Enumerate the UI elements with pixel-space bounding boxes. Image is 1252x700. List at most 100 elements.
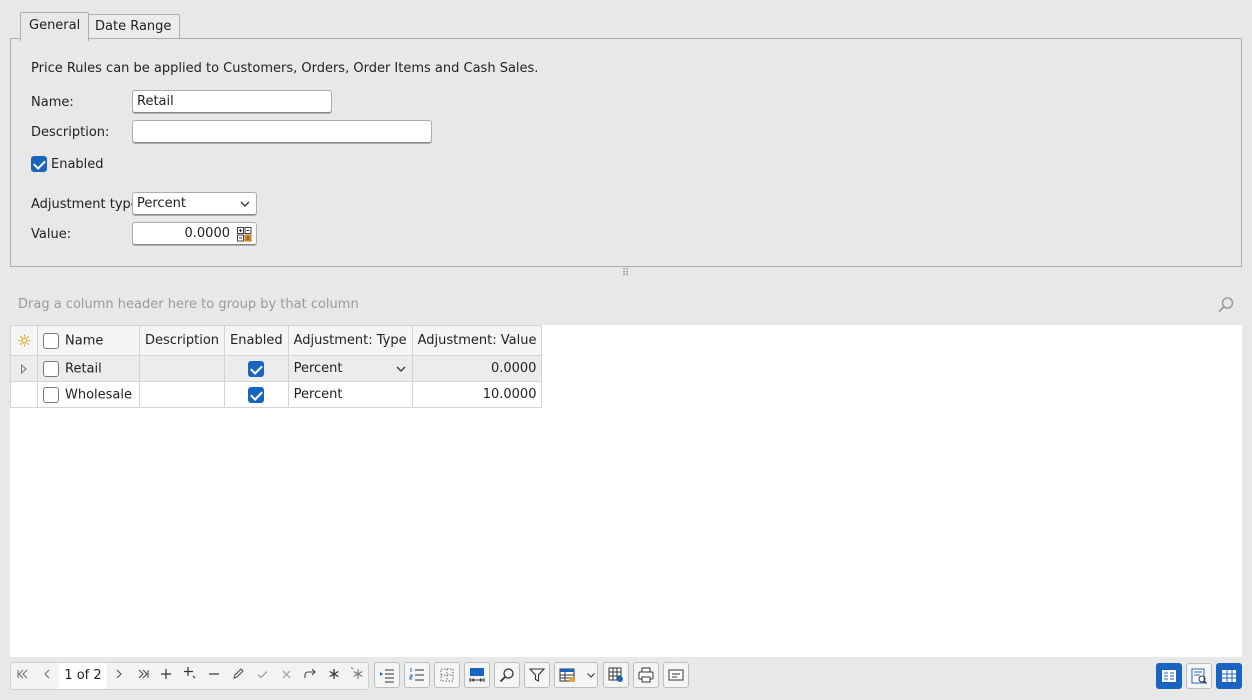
- adjustment-type-select[interactable]: Percent: [132, 192, 257, 216]
- cell-name-text: Retail: [65, 361, 102, 376]
- chevron-right-icon: [116, 669, 122, 679]
- general-panel: Price Rules can be applied to Customers,…: [10, 38, 1242, 267]
- print-button[interactable]: [633, 662, 659, 688]
- column-header-adjustment-type[interactable]: Adjustment: Type: [287, 325, 413, 356]
- name-input[interactable]: Retail: [132, 90, 332, 114]
- cell-description[interactable]: [138, 355, 226, 382]
- enabled-cell-checkbox[interactable]: [248, 386, 265, 403]
- tab-general[interactable]: General: [20, 12, 90, 41]
- adjustment-type-value: Percent: [137, 196, 186, 211]
- chevron-down-icon: [240, 201, 250, 207]
- row-expander[interactable]: [10, 355, 38, 382]
- cancel-record-button[interactable]: [274, 663, 298, 689]
- column-header-enabled[interactable]: Enabled: [224, 325, 289, 356]
- description-input[interactable]: [132, 120, 432, 144]
- cell-description[interactable]: [138, 381, 226, 408]
- plus-icon: [161, 669, 171, 679]
- cell-enabled[interactable]: [224, 381, 289, 408]
- check-icon: [257, 671, 267, 679]
- column-header-description[interactable]: Description: [138, 325, 226, 356]
- numbered-list-icon: [409, 668, 424, 681]
- sun-icon: [18, 334, 30, 347]
- price-rules-grid: Name Description Enabled Adjustment: Typ…: [10, 325, 1242, 657]
- detail-view-button[interactable]: [1186, 663, 1212, 689]
- export-button[interactable]: [603, 662, 629, 688]
- value-text: 0.0000: [184, 226, 231, 241]
- cell-name-text: Wholesale: [65, 387, 133, 402]
- cell-adjustment-type[interactable]: Percent: [287, 355, 413, 382]
- delete-record-button[interactable]: [202, 663, 226, 689]
- minus-icon: [209, 673, 219, 675]
- grid-lines-button[interactable]: [434, 662, 460, 688]
- insert-icon: [184, 667, 196, 679]
- splitter-grip[interactable]: ⠿: [620, 269, 632, 279]
- table-row[interactable]: Retail Percent 0.0000: [10, 355, 543, 382]
- redo-icon: [304, 668, 316, 678]
- preview-button[interactable]: [663, 662, 689, 688]
- search-icon[interactable]: [1217, 296, 1235, 314]
- last-icon: [138, 669, 149, 679]
- goto-bookmark-button[interactable]: [345, 663, 369, 689]
- pencil-icon: [232, 668, 244, 679]
- numbered-list-button[interactable]: [404, 662, 430, 688]
- enabled-checkbox[interactable]: [31, 156, 47, 172]
- chevron-right-icon: [21, 363, 27, 374]
- row-select-checkbox[interactable]: [43, 360, 59, 377]
- intro-text: Price Rules can be applied to Customers,…: [31, 61, 539, 76]
- insert-record-button[interactable]: [178, 663, 202, 689]
- next-record-button[interactable]: [107, 663, 131, 689]
- page-indicator[interactable]: 1 of 2: [59, 663, 107, 689]
- column-chooser-header[interactable]: [10, 325, 38, 356]
- expand-groups-button[interactable]: [374, 662, 400, 688]
- chevron-down-icon: [587, 673, 595, 678]
- enabled-cell-checkbox[interactable]: [248, 360, 265, 377]
- best-fit-icon: [469, 668, 485, 682]
- save-bookmark-button[interactable]: [322, 663, 346, 689]
- layout-dropdown-button[interactable]: [554, 662, 598, 688]
- description-label: Description:: [31, 125, 110, 140]
- chevron-down-icon[interactable]: [396, 366, 406, 372]
- tab-date-range[interactable]: Date Range: [86, 14, 181, 39]
- first-record-button[interactable]: [11, 663, 35, 689]
- chevron-left-icon: [44, 669, 50, 679]
- post-record-button[interactable]: [250, 663, 274, 689]
- row-indicator: [10, 381, 38, 408]
- calculator-icon[interactable]: [237, 227, 252, 242]
- cell-name[interactable]: Wholesale: [37, 381, 140, 408]
- refresh-button[interactable]: [298, 663, 322, 689]
- cell-adjustment-value[interactable]: 10.0000: [411, 381, 543, 408]
- grid-lines-icon: [440, 668, 454, 682]
- data-navigator: 1 of 2: [10, 662, 369, 690]
- form-view-button[interactable]: [1156, 663, 1182, 689]
- grid-view-button[interactable]: [1216, 663, 1242, 689]
- select-all-checkbox[interactable]: [43, 332, 59, 349]
- cell-enabled[interactable]: [224, 355, 289, 382]
- append-record-button[interactable]: [154, 663, 178, 689]
- indent-list-icon: [380, 669, 394, 683]
- value-input[interactable]: 0.0000: [132, 222, 257, 246]
- cell-name[interactable]: Retail: [37, 355, 140, 382]
- filter-button[interactable]: [524, 662, 550, 688]
- cell-adjustment-type-text: Percent: [293, 361, 343, 376]
- column-header-adjustment-value[interactable]: Adjustment: Value: [411, 325, 543, 356]
- table-row[interactable]: Wholesale Percent 10.0000: [10, 381, 543, 408]
- search-icon: [499, 668, 514, 683]
- asterisk-icon: [329, 669, 339, 679]
- best-fit-button[interactable]: [464, 662, 490, 688]
- edit-record-button[interactable]: [226, 663, 250, 689]
- filter-icon: [529, 668, 545, 682]
- cell-adjustment-value[interactable]: 0.0000: [411, 355, 543, 382]
- last-record-button[interactable]: [131, 663, 155, 689]
- name-label: Name:: [31, 95, 74, 110]
- column-header-name[interactable]: Name: [37, 325, 140, 356]
- export-grid-icon: [608, 667, 623, 682]
- find-panel-button[interactable]: [494, 662, 520, 688]
- previous-record-button[interactable]: [35, 663, 59, 689]
- grid-header-row: Name Description Enabled Adjustment: Typ…: [10, 325, 543, 356]
- close-icon: [282, 670, 290, 679]
- group-panel-hint: Drag a column header here to group by th…: [18, 297, 359, 312]
- form-view-icon: [1162, 670, 1176, 682]
- cell-adjustment-type[interactable]: Percent: [287, 381, 413, 408]
- row-select-checkbox[interactable]: [43, 386, 59, 403]
- value-label: Value:: [31, 227, 72, 242]
